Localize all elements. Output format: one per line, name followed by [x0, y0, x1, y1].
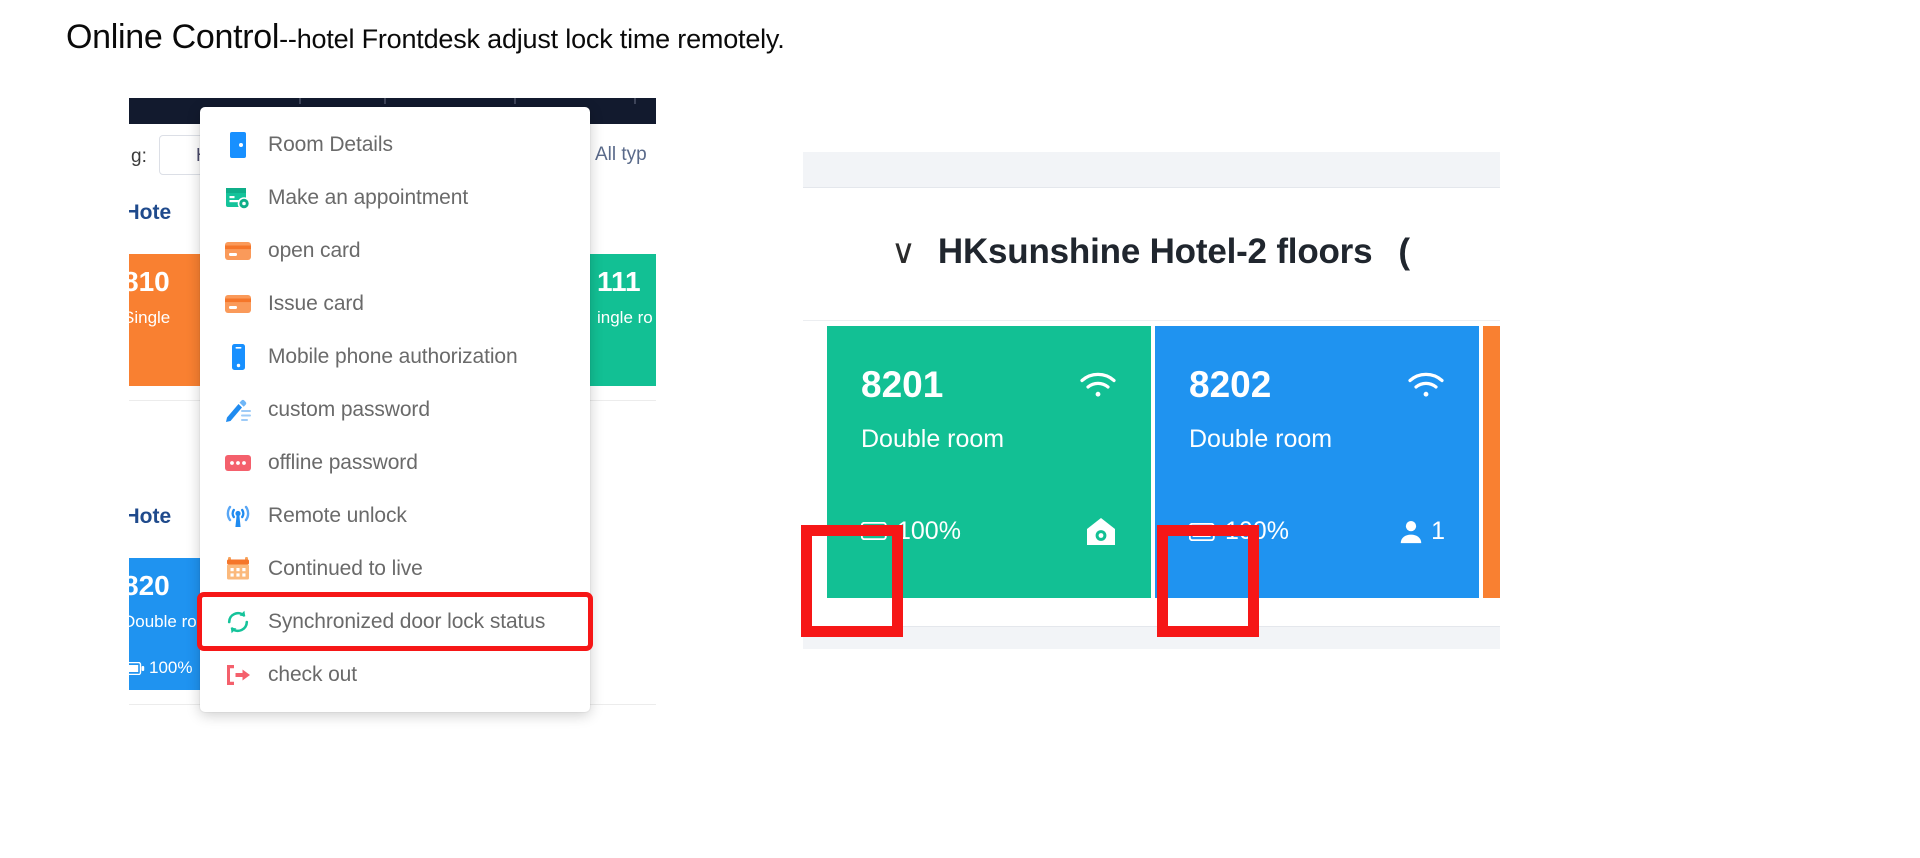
offline-password-icon	[224, 449, 252, 477]
room-type: Double room	[1189, 425, 1333, 453]
topbar-tick	[514, 98, 516, 104]
room-card[interactable]: 111 ingle ro	[581, 254, 656, 386]
calendar-check-icon	[224, 184, 252, 212]
floor-group-header-inner[interactable]: ∨ HKsunshine Hotel-2 floors (	[891, 232, 1410, 272]
menu-item-label: Make an appointment	[268, 185, 469, 209]
house-camera-icon	[1085, 516, 1117, 546]
menu-item-label: custom password	[268, 397, 430, 421]
filter-label: g:	[131, 146, 147, 167]
battery-icon	[861, 522, 891, 540]
room-type: Double room	[861, 425, 1005, 453]
hotel-group-title: e Hote	[129, 201, 172, 224]
battery-percent: 100%	[1225, 517, 1289, 545]
right-screenshot-panel: ∨ HKsunshine Hotel-2 floors ( 8201 Doubl…	[795, 152, 1500, 690]
menu-item-label: check out	[268, 662, 357, 686]
menu-item-remote-unlock[interactable]: Remote unlock	[200, 489, 590, 542]
room-number: 8202	[1189, 364, 1272, 405]
battery-percent: 100%	[149, 658, 193, 677]
room-number: 111	[597, 266, 641, 297]
occupancy-count: 1	[1431, 517, 1445, 545]
menu-item-offline-password[interactable]: offline password	[200, 436, 590, 489]
menu-item-synchronized-door-lock-status[interactable]: Synchronized door lock status	[197, 592, 593, 651]
menu-item-mobile-phone-authorization[interactable]: Mobile phone authorization	[200, 330, 590, 383]
room-number: 8201	[861, 364, 944, 405]
topbar-tick	[384, 98, 386, 104]
remote-signal-icon	[224, 502, 252, 530]
calendar-icon	[224, 555, 252, 583]
topbar-tick	[634, 98, 636, 104]
menu-item-issue-card[interactable]: Issue card	[200, 277, 590, 330]
check-out-icon	[224, 661, 252, 689]
menu-item-make-an-appointment[interactable]: Make an appointment	[200, 171, 590, 224]
card-icon	[224, 237, 252, 265]
menu-item-label: open card	[268, 238, 361, 262]
room-card-footer: 100% 1	[1189, 517, 1445, 546]
hotel-group-title: e Hote	[129, 505, 172, 528]
battery-readout: 100%	[1189, 517, 1289, 546]
occupancy-readout: 1	[1397, 517, 1445, 546]
mobile-phone-icon	[224, 343, 252, 371]
battery-icon	[1189, 522, 1219, 541]
wifi-icon	[1079, 371, 1117, 399]
room-card-partial[interactable]	[1483, 326, 1500, 598]
menu-item-label: Issue card	[268, 291, 364, 315]
room-context-menu: Room Details Make an appointment open ca…	[197, 107, 593, 712]
menu-item-continued-to-live[interactable]: Continued to live	[200, 542, 590, 595]
door-icon	[224, 131, 252, 159]
battery-percent: 100%	[897, 516, 961, 545]
menu-item-label: Synchronized door lock status	[268, 609, 546, 633]
panel-bottom-strip	[803, 626, 1500, 649]
menu-item-open-card[interactable]: open card	[200, 224, 590, 277]
battery-readout: 100%	[129, 658, 192, 678]
menu-item-label: Room Details	[268, 132, 393, 156]
chevron-down-icon[interactable]: ∨	[891, 235, 916, 269]
page-title-sub: --hotel Frontdesk adjust lock time remot…	[279, 24, 785, 54]
room-card-top: 8202	[1189, 366, 1445, 403]
panel-top-strip	[803, 152, 1500, 188]
person-icon	[1397, 518, 1425, 546]
sync-icon	[224, 608, 252, 636]
menu-item-label: Continued to live	[268, 556, 423, 580]
pencil-password-icon	[224, 396, 252, 424]
menu-item-label: Remote unlock	[268, 503, 407, 527]
menu-item-room-details[interactable]: Room Details	[200, 118, 590, 171]
menu-item-custom-password[interactable]: custom password	[200, 383, 590, 436]
floor-group-extra: (	[1398, 232, 1411, 271]
battery-readout: 100%	[861, 517, 961, 546]
card-icon	[224, 290, 252, 318]
room-card-footer: 100%	[861, 516, 1117, 546]
menu-item-label: offline password	[268, 450, 418, 474]
battery-icon	[129, 661, 145, 675]
page-title-main: Online Control	[66, 18, 280, 56]
room-card-8201[interactable]: 8201 Double room 100%	[827, 326, 1151, 598]
wifi-icon	[1407, 371, 1445, 399]
room-card-8202[interactable]: 8202 Double room 100% 1	[1155, 326, 1479, 598]
room-card-top: 8201	[861, 366, 1117, 403]
room-type: ingle ro	[597, 308, 653, 327]
menu-item-check-out[interactable]: check out	[200, 648, 590, 701]
menu-item-label: Mobile phone authorization	[268, 344, 518, 368]
room-type-filter[interactable]: All typ	[595, 144, 647, 166]
floor-group-header: ∨ HKsunshine Hotel-2 floors (	[803, 188, 1500, 321]
page-title: Online Control--hotel Frontdesk adjust l…	[66, 18, 785, 57]
room-card-grid: 8201 Double room 100% 8202 Double room 1…	[803, 321, 1500, 625]
topbar-tick	[299, 98, 301, 104]
floor-group-title: HKsunshine Hotel-2 floors	[937, 232, 1373, 271]
